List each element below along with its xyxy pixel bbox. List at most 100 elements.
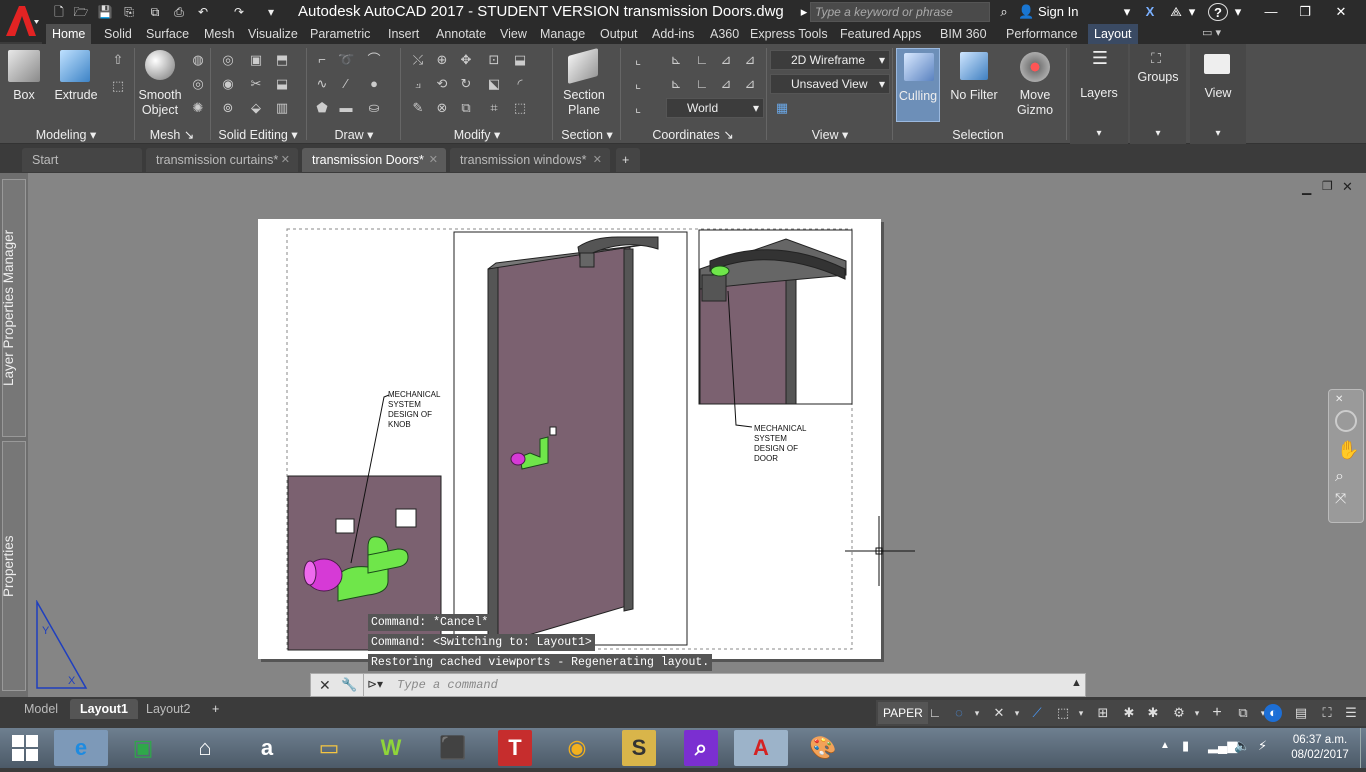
minimize-icon[interactable]: —: [1258, 3, 1284, 21]
offset-icon[interactable]: ✎: [410, 100, 426, 116]
object-snap-icon[interactable]: ⬚: [1054, 704, 1072, 722]
close-tab-icon[interactable]: ✕: [429, 148, 438, 172]
units-icon[interactable]: ⧉: [1234, 704, 1252, 722]
no-filter-icon[interactable]: [960, 52, 988, 80]
ribbon-tab-output[interactable]: Output: [594, 24, 644, 44]
mesh-refine-icon[interactable]: ✺: [190, 100, 206, 116]
ucs-3point-icon[interactable]: ∟: [694, 76, 710, 92]
section-plane-button[interactable]: Section Plane: [556, 88, 612, 118]
ucs-z-icon[interactable]: ⊿: [718, 76, 734, 92]
search-expand-icon[interactable]: ▸: [798, 3, 810, 21]
workspace-dropdown-icon[interactable]: ▾: [1188, 704, 1206, 722]
layout-tab-layout1[interactable]: Layout1: [70, 699, 138, 719]
slice-icon[interactable]: ✂: [248, 76, 264, 92]
thicken-icon[interactable]: ⬙: [248, 100, 264, 116]
extrude-button[interactable]: Extrude: [52, 88, 100, 103]
circle-icon[interactable]: ●: [366, 76, 382, 92]
ucs-face-icon[interactable]: ⌞: [630, 100, 646, 116]
intersect-icon[interactable]: ◉: [220, 76, 236, 92]
polar-dropdown-icon[interactable]: ▾: [968, 704, 986, 722]
command-close-icon[interactable]: ✕: [319, 677, 331, 694]
osnap-dropdown-icon[interactable]: ▾: [1072, 704, 1090, 722]
view-panel[interactable]: View ▾: [1190, 44, 1246, 144]
new-tab-icon[interactable]: +: [616, 148, 640, 172]
arc-icon[interactable]: ⌒: [366, 52, 382, 68]
mesh-smooth-icon[interactable]: ◎: [190, 76, 206, 92]
trim-icon[interactable]: ⤯: [410, 52, 426, 68]
rectangle-icon[interactable]: ▬: [338, 100, 354, 116]
properties-palette[interactable]: Properties: [1, 441, 26, 691]
erase-icon[interactable]: ⬚: [512, 100, 528, 116]
region-icon[interactable]: ⛀: [366, 100, 382, 116]
close-tab-icon[interactable]: ✕: [593, 148, 602, 172]
groups-panel[interactable]: ⛶ Groups ▾: [1130, 44, 1186, 144]
object-snap-tracking-icon[interactable]: ⟋: [1028, 704, 1046, 722]
a360-dropdown-icon[interactable]: ▾: [1186, 3, 1198, 21]
workspace-switching-icon[interactable]: ⚙: [1170, 704, 1188, 722]
subtract-icon[interactable]: ▣: [248, 52, 264, 68]
autodesk-a360-icon[interactable]: ⟁: [1166, 3, 1186, 21]
customization-icon[interactable]: ☰: [1342, 704, 1360, 722]
paint-icon[interactable]: 🎨: [796, 730, 850, 766]
search-app-icon[interactable]: ⌕: [684, 730, 718, 766]
ucs-icon[interactable]: ⌞: [630, 52, 646, 68]
ribbon-tab-featured-apps[interactable]: Featured Apps: [834, 24, 927, 44]
ucs-x-icon[interactable]: ∟: [694, 52, 710, 68]
office-icon[interactable]: ⬛: [426, 730, 480, 766]
redo-icon[interactable]: ↷: [230, 3, 248, 21]
internet-explorer-icon[interactable]: e: [54, 730, 108, 766]
qat-dropdown-icon[interactable]: ▾: [262, 3, 280, 21]
ribbon-tab-annotate[interactable]: Annotate: [430, 24, 492, 44]
ribbon-tab-parametric[interactable]: Parametric: [304, 24, 376, 44]
open-web-icon[interactable]: ⧉: [146, 3, 164, 21]
chrome-icon[interactable]: ◉: [550, 730, 604, 766]
interfere-icon[interactable]: ⊚: [220, 100, 236, 116]
exchange-apps-icon[interactable]: X: [1140, 3, 1160, 21]
annotation-scale-icon[interactable]: ✱: [1120, 704, 1138, 722]
ribbon-tab-bim-360[interactable]: BIM 360: [934, 24, 993, 44]
separate-icon[interactable]: ▥: [274, 100, 290, 116]
doc-tab-windows[interactable]: transmission windows* ✕: [450, 148, 610, 172]
panel-label-section[interactable]: Section ▾: [554, 126, 620, 144]
visual-style-dropdown[interactable]: 2D Wireframe ▾: [770, 50, 890, 70]
align-icon[interactable]: ⊡: [486, 52, 502, 68]
isodraft-dropdown-icon[interactable]: ▾: [1008, 704, 1026, 722]
helix-icon[interactable]: ➰: [338, 52, 354, 68]
drawing-minimize-icon[interactable]: ▁: [1302, 181, 1311, 195]
command-input[interactable]: Type a command: [397, 678, 498, 692]
file-explorer-icon[interactable]: ▭: [302, 730, 356, 766]
line-icon[interactable]: ⁄: [338, 76, 354, 92]
extrude-faces-icon[interactable]: ⬓: [274, 76, 290, 92]
ucs-named-icon[interactable]: ⊾: [668, 52, 684, 68]
polysolid-icon[interactable]: ⬚: [110, 78, 126, 94]
copy-icon[interactable]: ⧉: [458, 100, 474, 116]
ribbon-tab-express-tools[interactable]: Express Tools: [744, 24, 834, 44]
ribbon-tab-view[interactable]: View: [494, 24, 533, 44]
amazon-icon[interactable]: a: [240, 730, 294, 766]
tray-expand-icon[interactable]: ▲: [1160, 740, 1170, 751]
move-gizmo-button[interactable]: Move Gizmo: [1008, 88, 1062, 118]
new-layout-icon[interactable]: +: [202, 699, 229, 719]
annotation-visibility-icon[interactable]: ✱: [1144, 704, 1162, 722]
network-icon[interactable]: ▂▄▆: [1208, 738, 1237, 754]
sign-in-dropdown-icon[interactable]: ▾: [1120, 3, 1134, 21]
orbit-icon[interactable]: ⤧: [1335, 490, 1346, 507]
power-icon[interactable]: ⚡: [1258, 738, 1267, 754]
ucs-object-icon[interactable]: ⊾: [668, 76, 684, 92]
ribbon-tab-visualize[interactable]: Visualize: [242, 24, 304, 44]
3d-move-icon[interactable]: ⊕: [434, 52, 450, 68]
panel-label-mesh[interactable]: Mesh ↘: [136, 126, 208, 144]
presspull-icon[interactable]: ⇧: [110, 52, 126, 68]
open-icon[interactable]: 🗁: [72, 3, 90, 21]
panel-label-solid-editing[interactable]: Solid Editing ▾: [212, 126, 304, 144]
paper-space-toggle[interactable]: PAPER: [878, 702, 928, 724]
start-button[interactable]: [0, 730, 50, 766]
doc-tab-start[interactable]: Start: [22, 148, 142, 172]
layer-properties-palette[interactable]: Layer Properties Manager: [1, 179, 26, 437]
doc-tab-doors[interactable]: transmission Doors* ✕: [302, 148, 446, 172]
section-plane-icon[interactable]: [568, 47, 598, 85]
panel-label-coordinates[interactable]: Coordinates ↘: [622, 126, 764, 144]
ribbon-tab-layout[interactable]: Layout: [1088, 24, 1138, 44]
mirror-icon[interactable]: ⬓: [512, 52, 528, 68]
polygon-icon[interactable]: ⬟: [314, 100, 330, 116]
